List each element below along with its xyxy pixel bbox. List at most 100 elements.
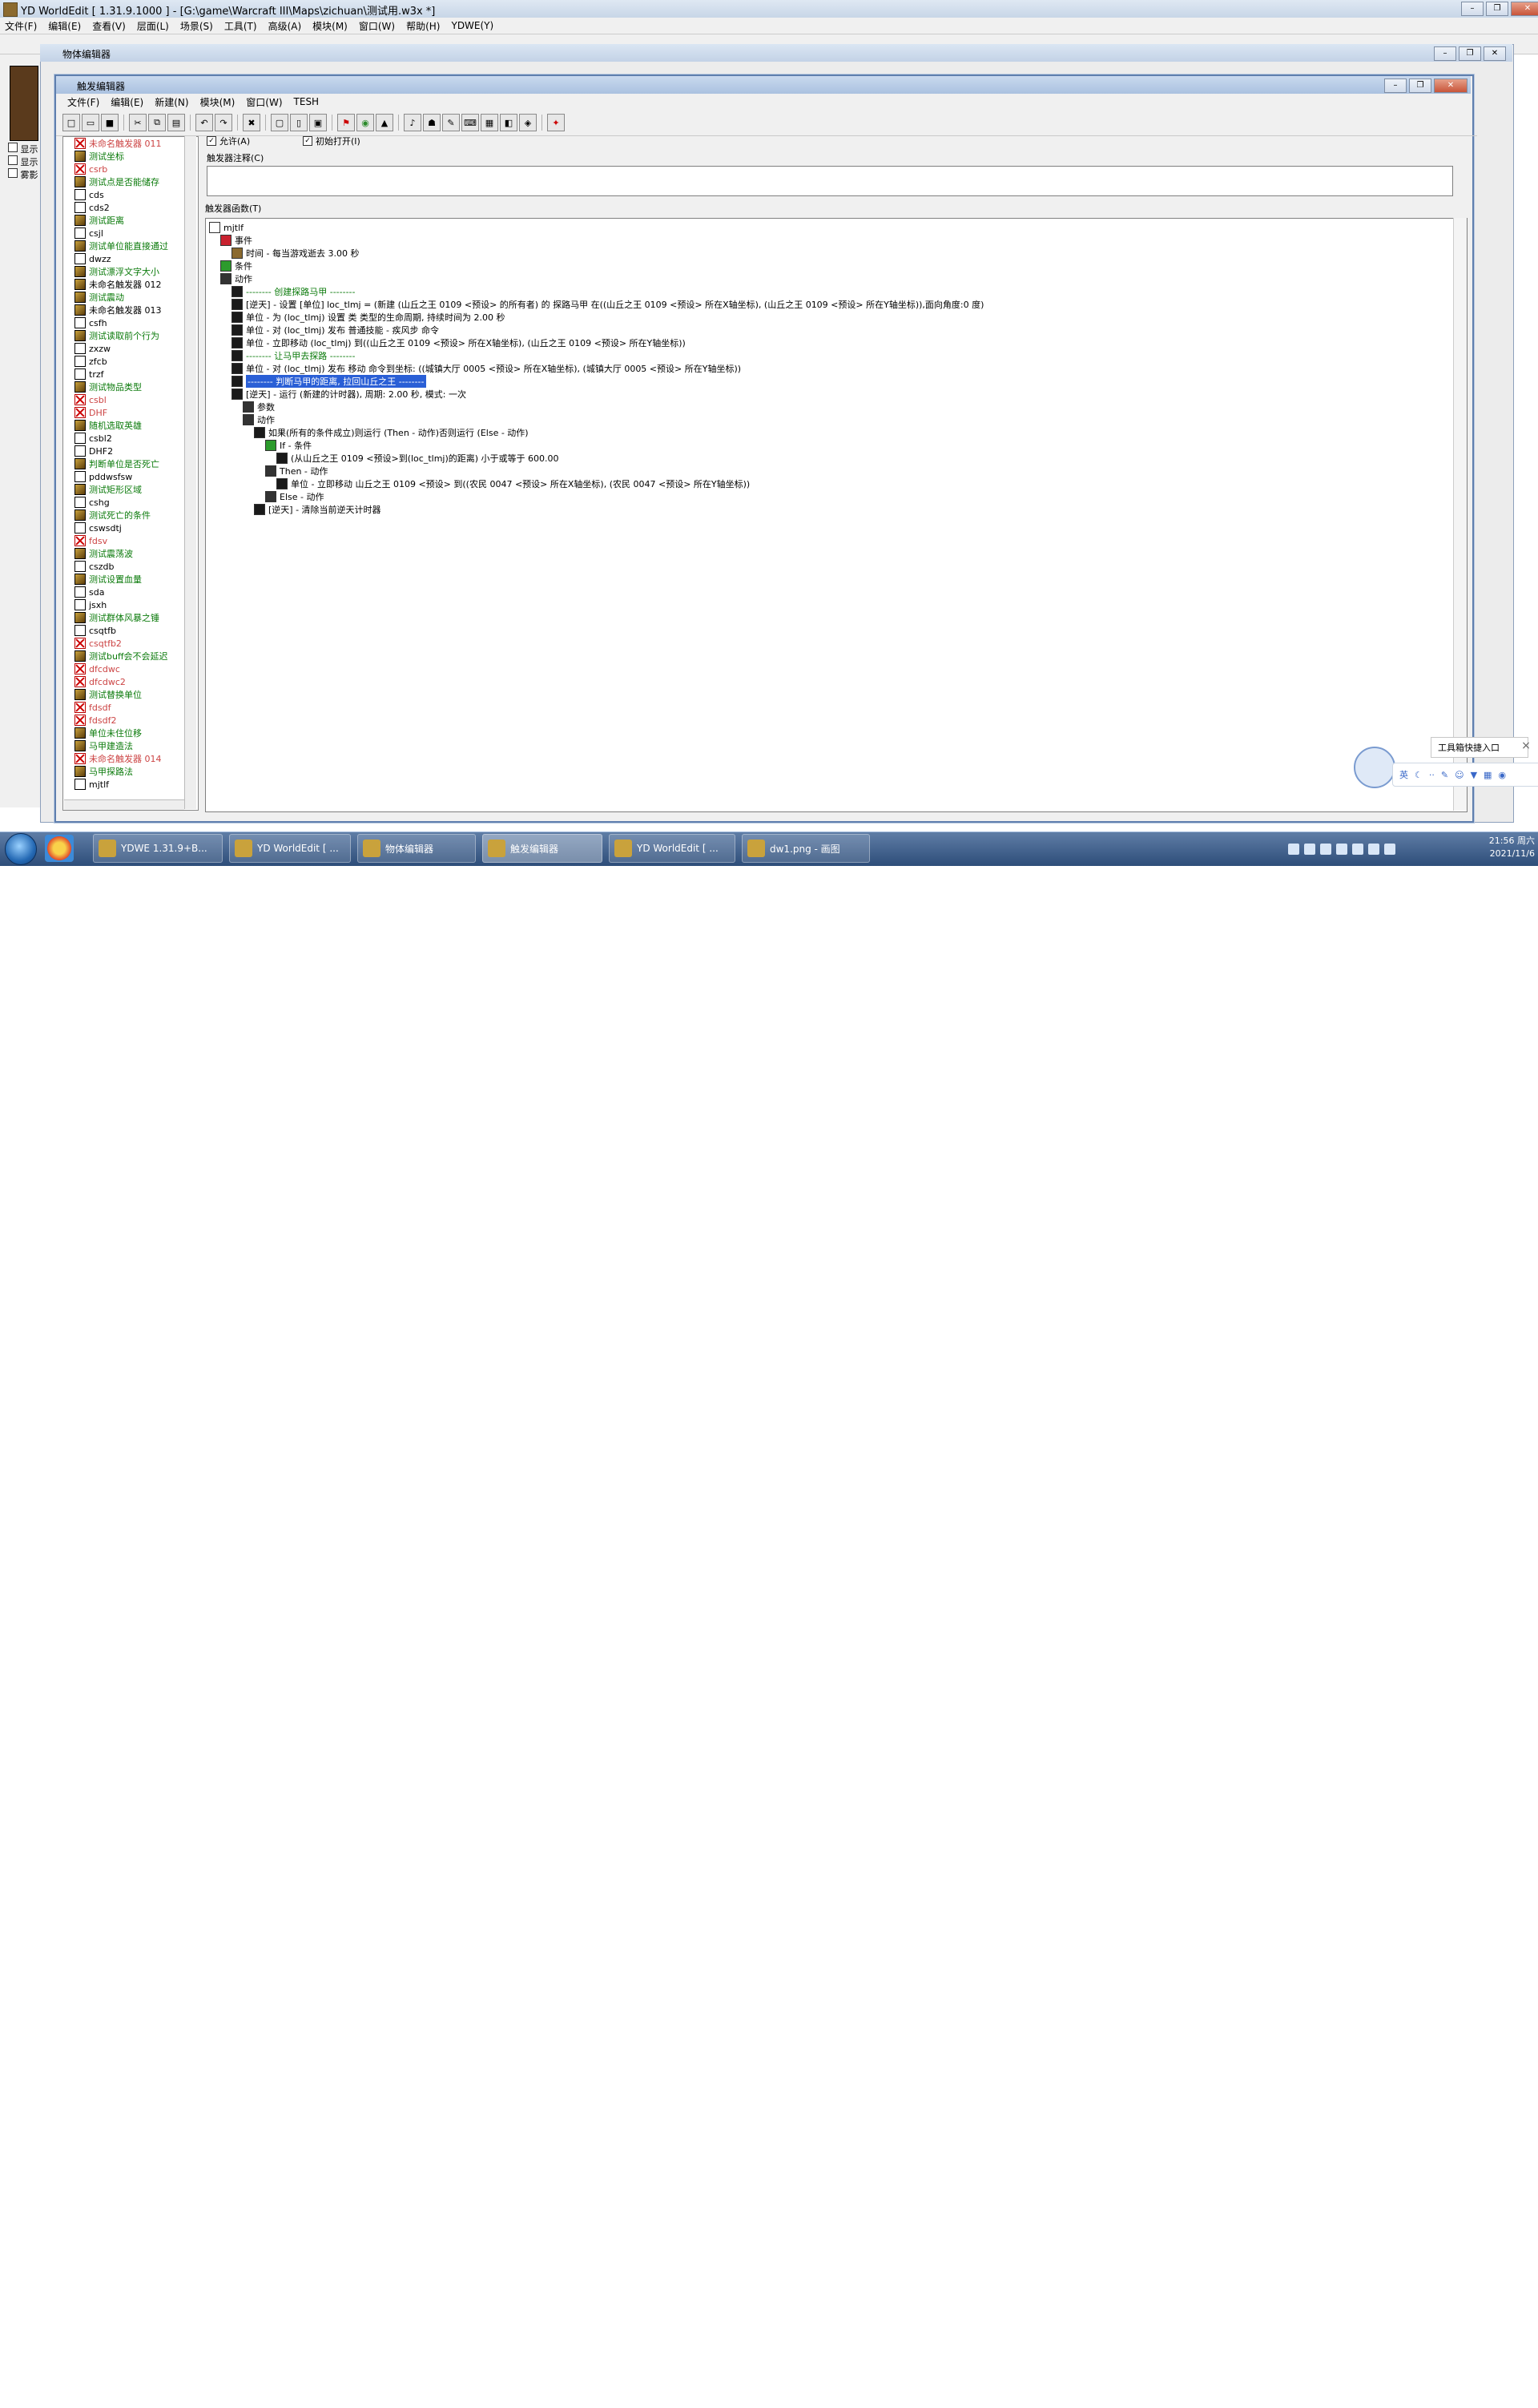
trigger-list[interactable]: 未命名触发器 011 测试坐标 csrb 测试点是否能储存 cds cds2 测试距离 csj… bbox=[62, 136, 199, 811]
tree-node[interactable]: -------- 让马甲去探路 -------- bbox=[232, 350, 356, 361]
cut-icon[interactable]: ✂ bbox=[129, 114, 147, 131]
tree-node[interactable]: -------- 判断马甲的距离, 拉回山丘之王 -------- bbox=[232, 375, 426, 388]
trigger-list-item[interactable]: csbl bbox=[63, 393, 198, 406]
trigger-list-item[interactable]: pddwsfsw bbox=[63, 470, 198, 483]
trigger-list-item[interactable]: dfcdwc bbox=[63, 662, 198, 675]
trigger-function-tree[interactable]: mjtlf 事件 时间 - 每当游戏逝去 3.00 秒条件 动作 -------- 创建… bbox=[205, 218, 1468, 812]
close-button[interactable]: ✕ bbox=[1484, 46, 1506, 61]
trigger-list-item[interactable]: cswsdtj bbox=[63, 521, 198, 534]
user-icon[interactable]: ◉ bbox=[1498, 770, 1506, 780]
trigger-list-item[interactable]: csfh bbox=[63, 316, 198, 329]
tree-node[interactable]: (从山丘之王 0109 <预设>到(loc_tlmj)的距离) 小于或等于 60… bbox=[276, 453, 559, 464]
trigger-list-item[interactable]: 测试坐标 bbox=[63, 150, 198, 163]
trigger-list-scrollbar[interactable] bbox=[184, 136, 196, 809]
initially-on-checkbox[interactable]: ✓ 初始打开(I) bbox=[303, 135, 360, 147]
tree-node[interactable]: -------- 创建探路马甲 -------- bbox=[232, 286, 356, 297]
restore-button[interactable]: ❐ bbox=[1409, 79, 1431, 93]
minimize-button[interactable]: – bbox=[1434, 46, 1456, 61]
trigger-list-item[interactable]: zxzw bbox=[63, 342, 198, 355]
display-check-1[interactable]: 显示 bbox=[8, 143, 38, 155]
trigger-list-item[interactable]: 测试替换单位 bbox=[63, 688, 198, 701]
app-menu-item[interactable]: 高级(A) bbox=[268, 19, 302, 33]
trigger-list-item[interactable]: 测试震荡波 bbox=[63, 547, 198, 560]
close-icon[interactable]: × bbox=[1519, 737, 1533, 756]
trigger-list-item[interactable]: 单位未住位移 bbox=[63, 727, 198, 739]
unit-icon[interactable]: ☗ bbox=[423, 114, 441, 131]
trigger-list-item[interactable]: 测试矩形区域 bbox=[63, 483, 198, 496]
close-button[interactable]: ✕ bbox=[1511, 2, 1538, 16]
trigger-menu-item[interactable]: 窗口(W) bbox=[246, 95, 282, 109]
shirt-icon[interactable]: ▼ bbox=[1471, 770, 1477, 780]
folder-icon[interactable]: ▢ bbox=[271, 114, 288, 131]
tree-node[interactable]: Else - 动作 bbox=[265, 491, 324, 502]
tree-node[interactable]: 单位 - 对 (loc_tlmj) 发布 普通技能 - 疾风步 命令 bbox=[232, 324, 439, 336]
pinned-app-icon[interactable] bbox=[45, 835, 74, 862]
app-menu-item[interactable]: 窗口(W) bbox=[359, 19, 395, 33]
start-button[interactable] bbox=[5, 833, 37, 865]
trigger-list-item[interactable]: cds bbox=[63, 188, 198, 201]
volume-icon[interactable] bbox=[1384, 844, 1395, 855]
restore-button[interactable]: ❐ bbox=[1459, 46, 1481, 61]
trigger-list-item[interactable]: csqtfb bbox=[63, 624, 198, 637]
trigger-menu-item[interactable]: 编辑(E) bbox=[111, 95, 143, 109]
new-icon[interactable]: □ bbox=[62, 114, 80, 131]
app-menu-item[interactable]: 工具(T) bbox=[224, 19, 257, 33]
tree-node[interactable]: 如果(所有的条件成立)则运行 (Then - 动作)否则运行 (Else - 动… bbox=[254, 427, 529, 438]
trigger-list-item[interactable]: DHF2 bbox=[63, 445, 198, 457]
minimize-button[interactable]: – bbox=[1461, 2, 1484, 16]
tray-icon[interactable] bbox=[1352, 844, 1363, 855]
test-map-icon[interactable]: ✦ bbox=[547, 114, 565, 131]
trigger-list-item[interactable]: mjtlf bbox=[63, 778, 198, 791]
open-icon[interactable]: ▭ bbox=[82, 114, 99, 131]
trigger-list-item[interactable]: 测试设置血量 bbox=[63, 573, 198, 586]
trigger-list-item[interactable]: cshg bbox=[63, 496, 198, 509]
app-menu-item[interactable]: 帮助(H) bbox=[406, 19, 440, 33]
dots-icon[interactable]: ·· bbox=[1429, 770, 1435, 780]
trigger-list-item[interactable]: 马甲探路法 bbox=[63, 765, 198, 778]
map-icon[interactable]: ▦ bbox=[481, 114, 498, 131]
fog-check[interactable]: 雾影 bbox=[8, 168, 38, 181]
network-icon[interactable] bbox=[1368, 844, 1379, 855]
event-flag-icon[interactable]: ⚑ bbox=[337, 114, 355, 131]
tree-node[interactable]: 动作 bbox=[243, 414, 275, 425]
trigger-menu-item[interactable]: 新建(N) bbox=[155, 95, 188, 109]
tree-node[interactable]: 单位 - 对 (loc_tlmj) 发布 移动 命令到坐标: ((城镇大厅 00… bbox=[232, 363, 741, 374]
script-icon[interactable]: ◈ bbox=[519, 114, 537, 131]
tree-node[interactable]: 单位 - 为 (loc_tlmj) 设置 类 类型的生命周期, 持续时间为 2.… bbox=[232, 312, 505, 323]
comment-textarea[interactable] bbox=[207, 166, 1453, 196]
trigger-list-item[interactable]: 未命名触发器 012 bbox=[63, 278, 198, 291]
ime-toolbar[interactable]: 英 ☾ ·· ✎ ☺ ▼ ▦ ◉ bbox=[1392, 763, 1538, 787]
taskbar-button[interactable]: dw1.png - 画图 bbox=[742, 834, 870, 863]
tool-entry-popup[interactable]: 工具箱快捷入口 bbox=[1431, 737, 1528, 758]
trigger-list-item[interactable]: 测试漂浮文字大小 bbox=[63, 265, 198, 278]
ime-language-label[interactable]: 英 bbox=[1399, 768, 1408, 781]
paste-icon[interactable]: ▤ bbox=[167, 114, 185, 131]
trigger-list-item[interactable]: jsxh bbox=[63, 598, 198, 611]
close-button[interactable]: ✕ bbox=[1434, 79, 1468, 93]
trigger-list-item[interactable]: fdsdf bbox=[63, 701, 198, 714]
redo-icon[interactable]: ↷ bbox=[215, 114, 232, 131]
undo-icon[interactable]: ↶ bbox=[195, 114, 213, 131]
trigger-list-item[interactable]: cszdb bbox=[63, 560, 198, 573]
app-menu-item[interactable]: 层面(L) bbox=[137, 19, 169, 33]
display-check-2[interactable]: 显示 bbox=[8, 155, 38, 168]
tree-node[interactable]: [逆天] - 设置 [单位] loc_tlmj = (新建 (山丘之王 0109… bbox=[232, 299, 984, 310]
trigger-list-item[interactable]: csrb bbox=[63, 163, 198, 175]
app-menu-item[interactable]: 查看(V) bbox=[92, 19, 126, 33]
tree-scrollbar[interactable] bbox=[1453, 218, 1467, 811]
tray-icon[interactable] bbox=[1336, 844, 1347, 855]
cube-icon[interactable]: ◧ bbox=[500, 114, 517, 131]
tree-node[interactable]: 参数 bbox=[243, 401, 275, 413]
trigger-list-item[interactable]: trzf bbox=[63, 368, 198, 381]
trigger-list-item[interactable]: fdsv bbox=[63, 534, 198, 547]
taskbar-button[interactable]: 触发编辑器 bbox=[482, 834, 602, 863]
trigger-list-item[interactable]: csjl bbox=[63, 227, 198, 240]
tray-icon[interactable] bbox=[1320, 844, 1331, 855]
trigger-menu-item[interactable]: 文件(F) bbox=[67, 95, 99, 109]
trigger-list-item[interactable]: 随机选取英雄 bbox=[63, 419, 198, 432]
app-menu-item[interactable]: 文件(F) bbox=[5, 19, 37, 33]
minimap[interactable] bbox=[10, 66, 38, 141]
trigger-menu-item[interactable]: TESH bbox=[294, 96, 320, 107]
trigger-list-item[interactable]: cds2 bbox=[63, 201, 198, 214]
tree-node[interactable]: If - 条件 bbox=[265, 440, 312, 451]
